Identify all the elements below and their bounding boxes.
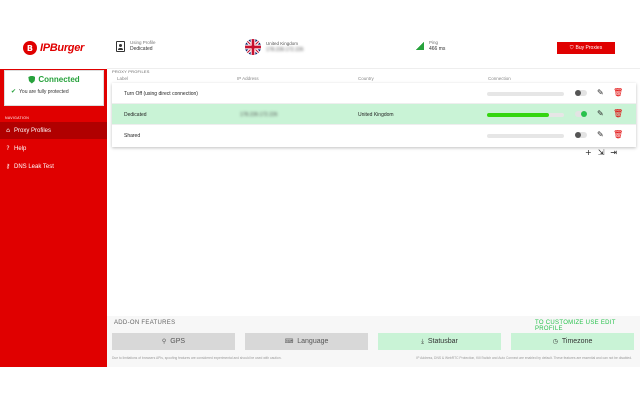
import-icon[interactable]: ⇲: [598, 148, 605, 157]
sidebar-item-label: Proxy Profiles: [14, 127, 52, 134]
delete-icon[interactable]: 🗑: [613, 109, 623, 118]
table-row[interactable]: Shared ✎ 🗑: [112, 125, 636, 146]
status-subtitle-row: ✔ You are fully protected: [11, 88, 97, 96]
country-label: United Kingdom: [266, 41, 299, 46]
table-tools: + ⇲ ⇥: [585, 148, 617, 157]
connection-status-card: Connected ✔ You are fully protected: [4, 70, 104, 106]
sidebar-item-help[interactable]: ? Help: [0, 140, 107, 157]
home-icon: ⌂: [6, 127, 10, 134]
logo-mark-icon: B: [22, 41, 37, 55]
connection-bar: [487, 92, 564, 96]
sidebar-nav: ⌂ Proxy Profiles ? Help ⚷ DNS Leak Test: [0, 122, 107, 176]
sidebar-item-label: Help: [14, 145, 27, 152]
nav-heading: NAVIGATION: [5, 116, 30, 120]
table-row[interactable]: Dedicated 178.239.172.226 United Kingdom…: [112, 104, 636, 125]
buy-proxies-button[interactable]: ⛉ Buy Proxies: [557, 42, 615, 54]
column-header-label: Label: [117, 76, 129, 81]
key-icon: ⚷: [5, 163, 11, 170]
addon-statusbar-button[interactable]: ⤓ Statusbar: [378, 333, 501, 350]
footnote-left: Due to limitations of browsers APIs, spo…: [112, 356, 282, 360]
profile-toggle[interactable]: [575, 90, 587, 96]
profile-toggle[interactable]: [575, 111, 587, 117]
connection-bar: [487, 113, 564, 117]
brand-logo[interactable]: B IPBurger: [0, 27, 107, 69]
logo-text: IPBurger: [39, 42, 85, 54]
clock-icon: ◷: [552, 338, 558, 345]
location-block: United Kingdom 178.239.172.226: [245, 39, 304, 55]
row-label: Turn Off (using direct connection): [124, 91, 198, 97]
sidebar-item-proxy-profiles[interactable]: ⌂ Proxy Profiles: [0, 122, 107, 139]
add-icon[interactable]: +: [585, 148, 592, 157]
using-profile-value: Dedicated: [130, 46, 153, 52]
toggle-knob: [575, 90, 581, 96]
status-title-row: Connected: [11, 75, 97, 84]
footnote-right: IP Address, DNS & WebRTC Protection, Kil…: [416, 356, 632, 360]
using-profile-block: Using Profile Dedicated: [116, 40, 156, 52]
sidebar-item-label: DNS Leak Test: [14, 163, 54, 170]
row-country: United Kingdom: [358, 112, 394, 118]
location-pin-icon: ⚲: [161, 338, 167, 345]
proxy-profiles-table: Turn Off (using direct connection) ✎ 🗑 D…: [112, 83, 636, 147]
edit-icon[interactable]: ✎: [597, 109, 604, 118]
edit-icon[interactable]: ✎: [597, 88, 604, 97]
toggle-knob: [581, 111, 587, 117]
shield-icon: [28, 75, 36, 84]
row-label: Shared: [124, 133, 141, 139]
addon-gps-button[interactable]: ⚲ GPS: [112, 333, 235, 350]
profile-toggle[interactable]: [575, 132, 587, 138]
addon-label: Statusbar: [427, 338, 458, 345]
row-ip: 178.239.172.226: [240, 112, 278, 118]
addon-label: GPS: [170, 338, 186, 345]
row-label: Dedicated: [124, 112, 147, 118]
customize-hint[interactable]: TO CUSTOMIZE USE EDIT PROFILE: [535, 320, 640, 332]
download-icon: ⤓: [421, 337, 424, 345]
addon-language-button[interactable]: ⌨ Language: [245, 333, 368, 350]
ping-value: 466 ms: [429, 46, 446, 52]
profile-card-icon: [116, 40, 125, 52]
ping-label: Ping: [429, 40, 439, 45]
delete-icon[interactable]: 🗑: [613, 130, 623, 139]
addon-features-title: ADD-ON FEATURES: [114, 320, 176, 326]
column-header-country: Country: [358, 76, 374, 81]
addon-label: Timezone: [561, 338, 593, 345]
connection-bar-fill: [487, 113, 549, 117]
edit-icon[interactable]: ✎: [597, 130, 604, 139]
buy-proxies-label: Buy Proxies: [575, 45, 603, 51]
question-icon: ?: [6, 145, 10, 152]
delete-icon[interactable]: 🗑: [613, 88, 623, 97]
export-icon[interactable]: ⇥: [610, 148, 617, 157]
addon-timezone-button[interactable]: ◷ Timezone: [511, 333, 634, 350]
status-title: Connected: [38, 75, 80, 84]
connection-bar: [487, 134, 564, 138]
column-header-connection: Connection: [488, 76, 511, 81]
using-profile-label: Using Profile: [130, 40, 156, 45]
signal-icon: [416, 42, 424, 50]
proxy-profiles-section-label: PROXY PROFILES: [112, 69, 150, 74]
toggle-knob: [575, 132, 581, 138]
column-header-ip: IP Address: [237, 76, 259, 81]
uk-flag-icon: [245, 39, 261, 55]
header-bar: Using Profile Dedicated United Kingdom 1…: [107, 27, 640, 69]
keyboard-icon: ⌨: [284, 338, 294, 345]
sidebar-item-dns-leak-test[interactable]: ⚷ DNS Leak Test: [0, 158, 107, 175]
table-row[interactable]: Turn Off (using direct connection) ✎ 🗑: [112, 83, 636, 104]
check-icon: ✔: [11, 89, 17, 95]
shield-icon: ⛉: [569, 45, 574, 51]
status-subtitle: You are fully protected: [19, 88, 69, 95]
addon-label: Language: [297, 338, 329, 345]
ping-block: Ping 466 ms: [416, 40, 445, 52]
ip-value: 178.239.172.226: [266, 47, 304, 53]
